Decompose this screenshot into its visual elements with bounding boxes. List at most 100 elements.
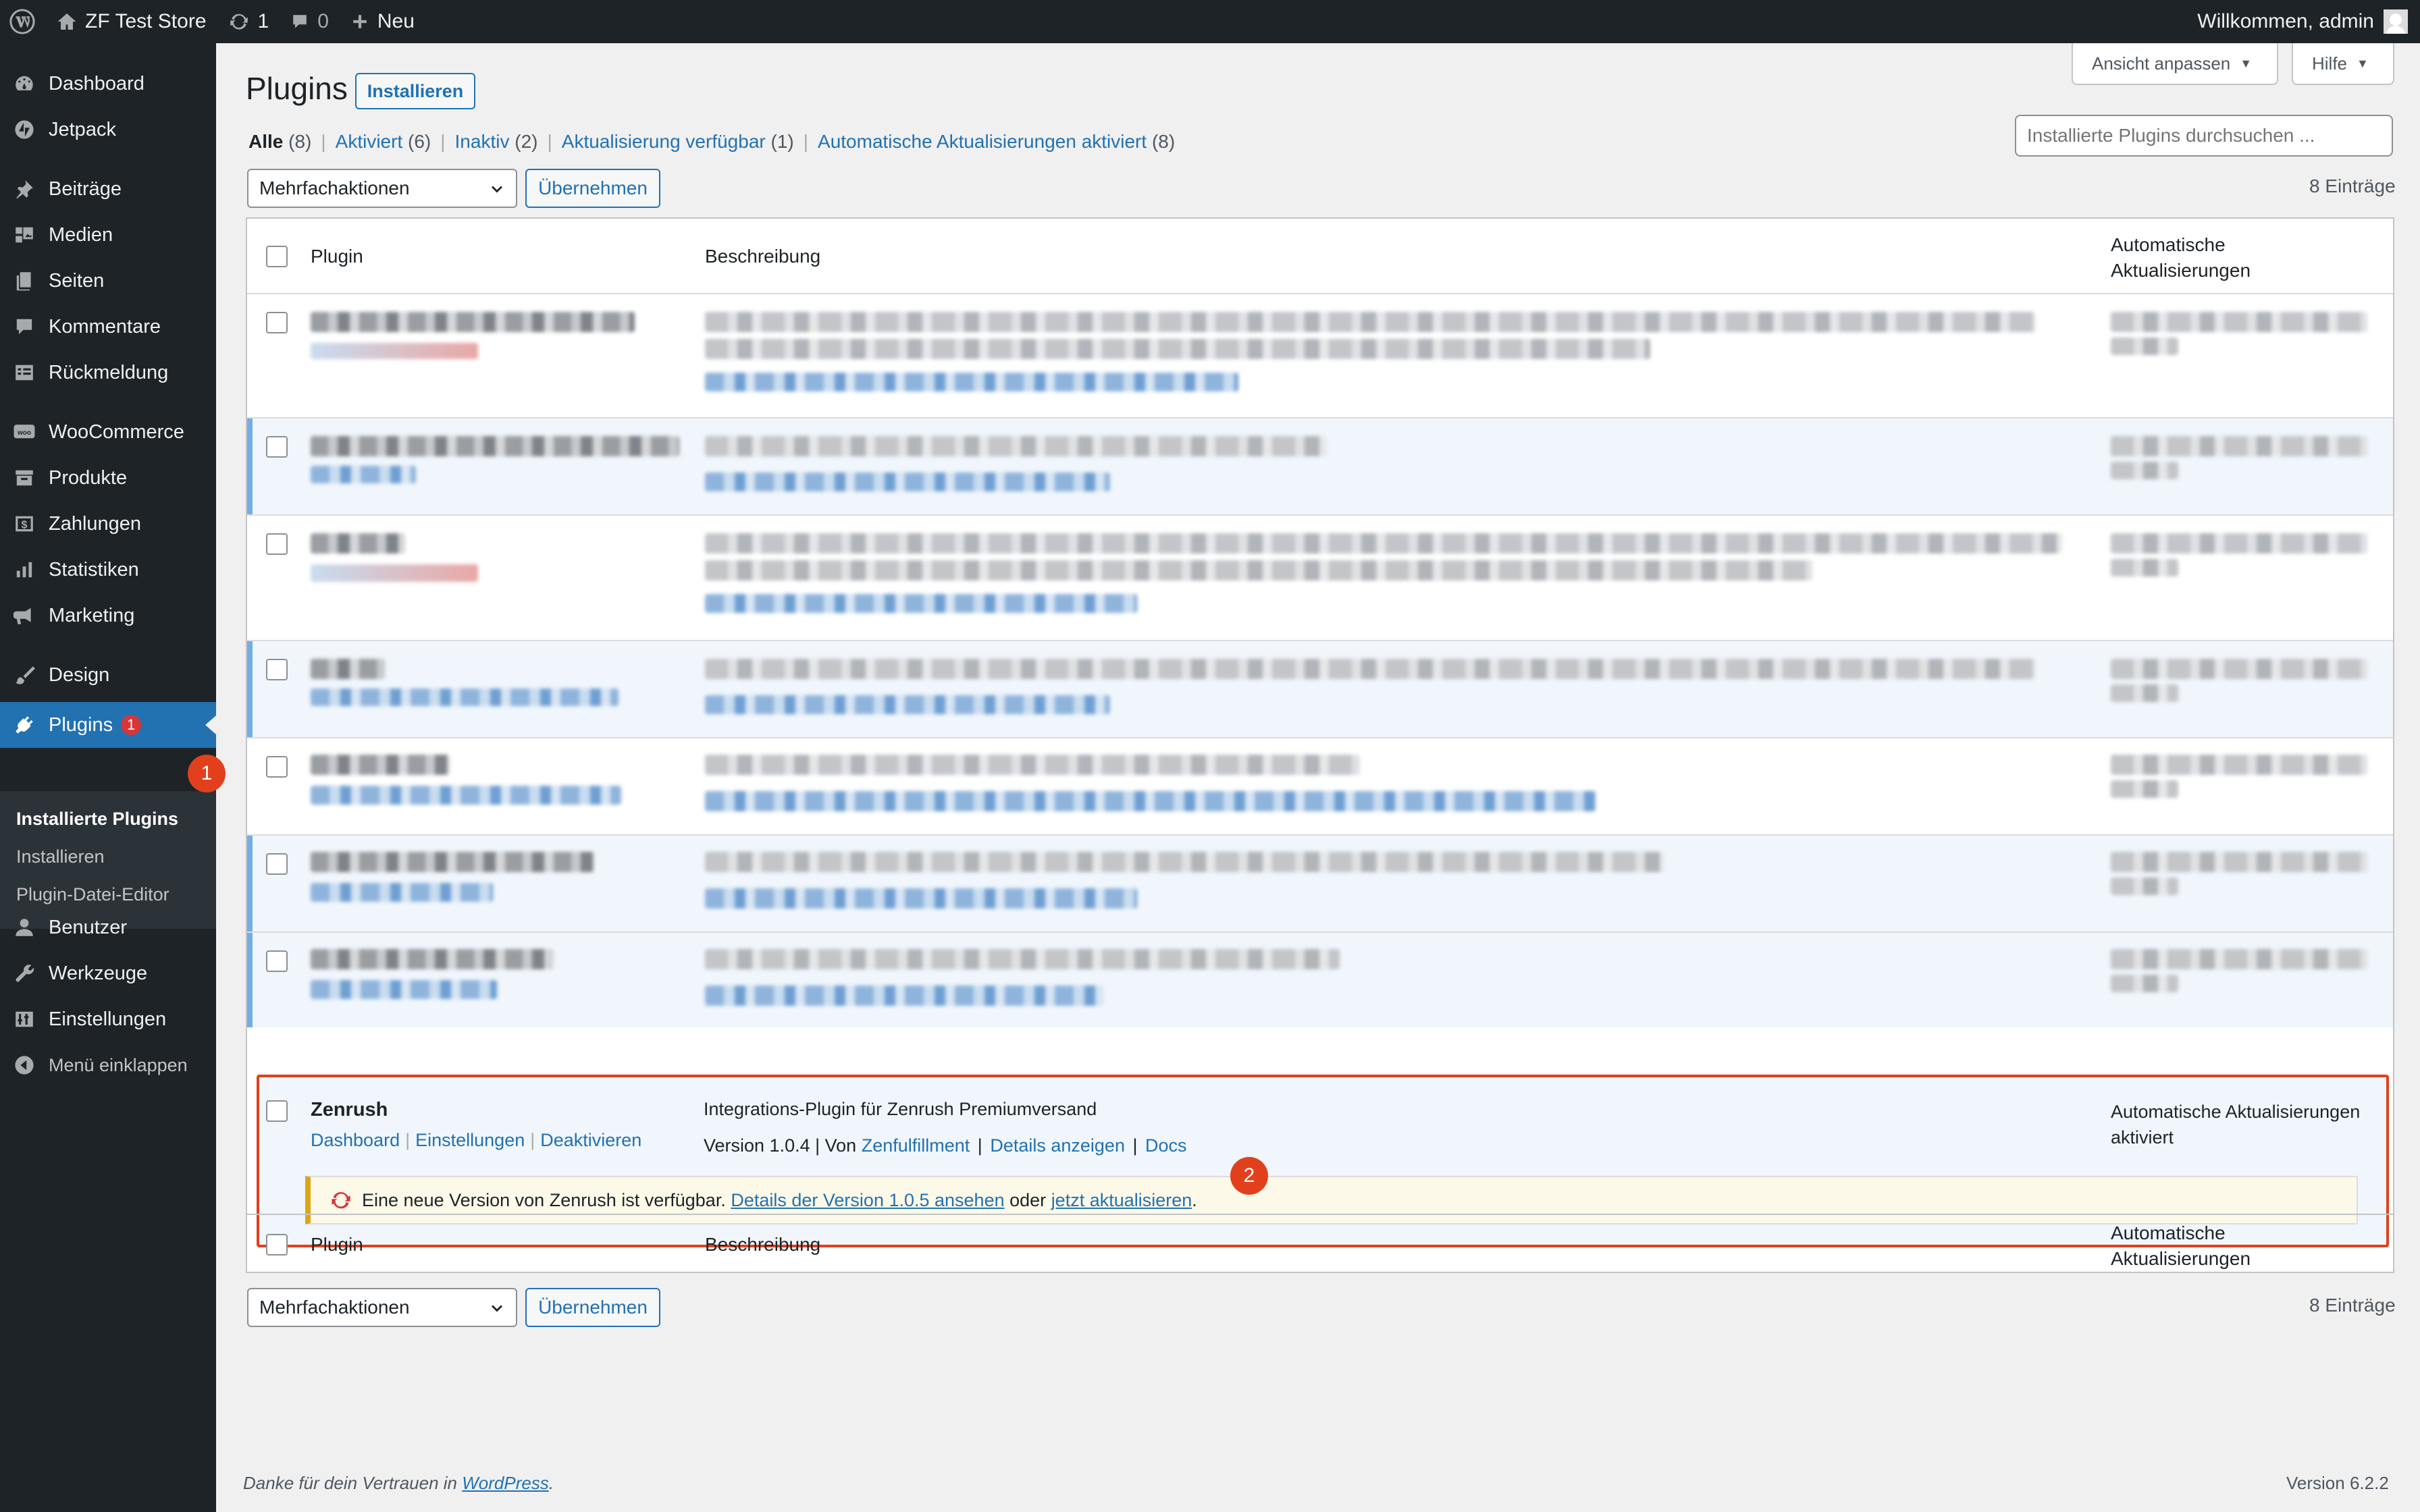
sidebar-item-pages[interactable]: Seiten xyxy=(0,258,216,304)
sidebar-item-tools[interactable]: Werkzeuge xyxy=(0,950,216,996)
blurred-plugin-name xyxy=(311,755,450,775)
site-name-link[interactable]: ZF Test Store xyxy=(46,0,217,43)
blurred-meta-links[interactable] xyxy=(705,594,1137,613)
sidebar-item-woocommerce[interactable]: woo WooCommerce xyxy=(0,409,216,455)
page-title: Plugins xyxy=(246,71,348,106)
zenrush-row-actions: Dashboard | Einstellungen | Deaktivieren xyxy=(311,1130,642,1150)
apply-button-bottom[interactable]: Übernehmen xyxy=(525,1288,660,1327)
blurred-plugin-actions[interactable] xyxy=(311,466,416,483)
row-checkbox[interactable] xyxy=(266,533,288,555)
sidebar-item-comments[interactable]: Kommentare xyxy=(0,304,216,350)
avatar xyxy=(2384,9,2408,34)
filter-inactive[interactable]: Inaktiv xyxy=(455,131,510,152)
sidebar-item-label: Statistiken xyxy=(49,558,139,580)
sidebar-item-settings[interactable]: Einstellungen xyxy=(0,996,216,1042)
refresh-icon xyxy=(228,11,250,32)
update-now-link[interactable]: jetzt aktualisieren xyxy=(1051,1190,1192,1211)
column-auto-line1: Automatische xyxy=(2111,1222,2226,1243)
blurred-meta-links[interactable] xyxy=(705,986,1103,1006)
sidebar-item-products[interactable]: Produkte xyxy=(0,455,216,501)
blurred-meta-links[interactable] xyxy=(705,695,1110,714)
sidebar-item-payments[interactable]: $ Zahlungen xyxy=(0,501,216,547)
view-version-details-link[interactable]: Details der Version 1.0.5 ansehen xyxy=(731,1190,1004,1211)
bulk-actions-value: Mehrfachaktionen xyxy=(259,178,410,198)
sidebar-item-label: Kommentare xyxy=(49,315,161,338)
bulk-actions-select-top[interactable]: Mehrfachaktionen xyxy=(247,169,517,208)
zenrush-details-link[interactable]: Details anzeigen xyxy=(990,1135,1125,1156)
sidebar-item-label: Seiten xyxy=(49,269,105,292)
blurred-plugin-actions[interactable] xyxy=(311,343,478,359)
filter-active[interactable]: Aktiviert xyxy=(336,131,403,152)
blurred-meta-links[interactable] xyxy=(705,473,1110,491)
my-account-link[interactable]: Willkommen, admin xyxy=(2186,0,2420,43)
caret-down-icon: ▼ xyxy=(2357,56,2369,70)
filter-auto-updates[interactable]: Automatische Aktualisierungen aktiviert xyxy=(818,131,1147,152)
help-button[interactable]: Hilfe ▼ xyxy=(2292,43,2394,85)
filter-update-available[interactable]: Aktualisierung verfügbar xyxy=(562,131,766,152)
blurred-auto-update xyxy=(2111,659,2367,679)
select-all-checkbox[interactable] xyxy=(266,246,288,267)
blurred-meta-links[interactable] xyxy=(705,373,1238,392)
row-checkbox[interactable] xyxy=(266,312,288,333)
sidebar-item-media[interactable]: Medien xyxy=(0,212,216,258)
apply-button-top[interactable]: Übernehmen xyxy=(525,169,660,208)
blurred-description xyxy=(705,339,1650,359)
plugin-search-input[interactable] xyxy=(2015,115,2393,157)
sidebar-item-statistics[interactable]: Statistiken xyxy=(0,547,216,593)
chevron-down-icon xyxy=(488,180,506,203)
screen-options-button[interactable]: Ansicht anpassen ▼ xyxy=(2072,43,2278,85)
blurred-plugin-actions[interactable] xyxy=(311,980,497,999)
add-new-plugin-button[interactable]: Installieren xyxy=(355,73,475,109)
sidebar-item-label: Werkzeuge xyxy=(49,962,148,984)
dashboard-icon xyxy=(12,72,36,96)
submenu-plugin-editor[interactable]: Plugin-Datei-Editor xyxy=(16,884,169,905)
blurred-meta-links[interactable] xyxy=(705,791,1596,811)
new-content-link[interactable]: Neu xyxy=(340,0,425,43)
row-checkbox[interactable] xyxy=(266,756,288,778)
caret-down-icon: ▼ xyxy=(2240,56,2253,70)
comments-link[interactable]: 0 xyxy=(280,0,340,43)
blurred-description xyxy=(705,533,2062,554)
sidebar-item-users[interactable]: Benutzer xyxy=(0,905,216,950)
sidebar-item-design[interactable]: Design xyxy=(0,652,216,698)
sidebar-item-posts[interactable]: Beiträge xyxy=(0,166,216,212)
submenu-installed-plugins[interactable]: Installierte Plugins xyxy=(16,809,178,830)
updates-link[interactable]: 1 xyxy=(217,0,280,43)
zenrush-deactivate-link[interactable]: Deaktivieren xyxy=(540,1130,641,1150)
zenrush-settings-link[interactable]: Einstellungen xyxy=(415,1130,525,1150)
blurred-plugin-actions[interactable] xyxy=(311,564,478,582)
wordpress-link[interactable]: WordPress xyxy=(462,1473,549,1493)
submenu-add-new[interactable]: Installieren xyxy=(16,846,105,867)
zenrush-dashboard-link[interactable]: Dashboard xyxy=(311,1130,400,1150)
zenrush-author-link[interactable]: Zenfulfillment xyxy=(862,1135,970,1156)
bulk-actions-select-bottom[interactable]: Mehrfachaktionen xyxy=(247,1288,517,1327)
sidebar-item-feedback[interactable]: Rückmeldung xyxy=(0,350,216,396)
zenrush-plugin-name: Zenrush xyxy=(311,1099,388,1120)
blurred-meta-links[interactable] xyxy=(705,888,1137,909)
sidebar-item-label: Marketing xyxy=(49,604,135,626)
zenrush-checkbox[interactable] xyxy=(266,1100,288,1122)
filter-all[interactable]: Alle xyxy=(248,131,283,152)
payment-icon: $ xyxy=(12,512,36,536)
blurred-auto-update xyxy=(2111,755,2367,775)
comment-icon xyxy=(290,12,309,31)
sidebar-item-label: Plugins xyxy=(49,713,113,736)
blurred-plugin-actions[interactable] xyxy=(311,883,493,902)
select-all-checkbox-bottom[interactable] xyxy=(266,1234,288,1256)
sidebar-item-dashboard[interactable]: Dashboard xyxy=(0,61,216,107)
sidebar-item-marketing[interactable]: Marketing xyxy=(0,593,216,639)
blurred-plugin-actions[interactable] xyxy=(311,786,621,805)
wordpress-logo-icon[interactable] xyxy=(0,0,46,43)
help-label: Hilfe xyxy=(2312,53,2348,74)
blurred-auto-update xyxy=(2111,878,2178,895)
zenrush-docs-link[interactable]: Docs xyxy=(1145,1135,1187,1156)
collapse-menu-button[interactable]: Menü einklappen xyxy=(0,1042,216,1088)
row-checkbox[interactable] xyxy=(266,436,288,458)
sidebar-item-jetpack[interactable]: Jetpack xyxy=(0,107,216,153)
row-checkbox[interactable] xyxy=(266,853,288,875)
row-checkbox[interactable] xyxy=(266,659,288,680)
sidebar-item-plugins[interactable]: Plugins 1 xyxy=(0,702,216,748)
blurred-plugin-name xyxy=(311,436,679,456)
row-checkbox[interactable] xyxy=(266,950,288,972)
blurred-plugin-actions[interactable] xyxy=(311,688,619,706)
